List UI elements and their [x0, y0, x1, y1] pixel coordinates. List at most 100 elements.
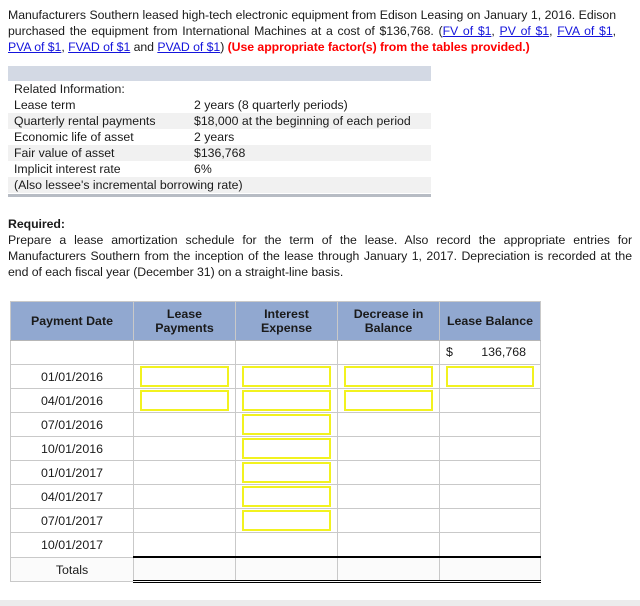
- cell-lease-payments-2016-04-01[interactable]: [133, 388, 236, 414]
- cell-interest-expense-2017-01-01[interactable]: [235, 460, 338, 486]
- related-label-quarterly-rental-payments: Quarterly rental payments: [8, 112, 188, 129]
- column-header-interest-expense-line2: Expense: [261, 321, 312, 336]
- column-header-interest-expense: Interest Expense: [235, 301, 338, 342]
- cell-decrease-in-balance-2017-07-01[interactable]: [337, 508, 440, 534]
- related-title-spacer: [188, 81, 431, 97]
- cell-lease-payments-2017-10-01[interactable]: [133, 532, 236, 558]
- column-header-interest-expense-line1: Interest: [264, 307, 309, 322]
- related-information-table: Related Information: Lease term 2 years …: [8, 81, 431, 193]
- cell-decrease-in-balance-2016-01-01[interactable]: [337, 364, 440, 390]
- cell-interest-expense-2016-10-01[interactable]: [235, 436, 338, 462]
- table-row: 07/01/2016: [10, 412, 541, 438]
- cell-decrease-in-balance-2017-01-01[interactable]: [337, 460, 440, 486]
- cell-lease-payments-2017-01-01[interactable]: [133, 460, 236, 486]
- input-interest-expense-2017-04-01[interactable]: [242, 486, 331, 508]
- totals-lease-balance: [439, 556, 541, 584]
- input-decrease-in-balance-2016-04-01[interactable]: [344, 390, 433, 412]
- link-pva-of-1[interactable]: PVA of $1: [8, 40, 61, 54]
- cell-lease-balance-2017-04-01[interactable]: [439, 484, 541, 510]
- cell-lease-balance-2016-10-01[interactable]: [439, 436, 541, 462]
- problem-statement: Manufacturers Southern leased high-tech …: [0, 0, 624, 56]
- use-factors-note: (Use appropriate factor(s) from the tabl…: [227, 40, 530, 55]
- cell-lease-balance-2017-07-01[interactable]: [439, 508, 541, 534]
- cell-decrease-in-balance-2016-10-01[interactable]: [337, 436, 440, 462]
- link-pv-of-1[interactable]: PV of $1: [500, 24, 550, 38]
- related-information-bottom-rule: [8, 193, 431, 197]
- related-label-lease-term: Lease term: [14, 97, 76, 112]
- cell-interest-expense-2017-07-01[interactable]: [235, 508, 338, 534]
- related-information-title: Related Information:: [14, 81, 125, 96]
- link-fvad-of-1[interactable]: FVAD of $1: [68, 40, 130, 54]
- opening-balance-row: $ 136,768: [10, 340, 541, 366]
- cell-lease-payments-2016-07-01[interactable]: [133, 412, 236, 438]
- separator-and: and: [130, 40, 158, 55]
- related-information-block: Related Information: Lease term 2 years …: [8, 65, 431, 197]
- currency-symbol: $: [446, 345, 453, 360]
- input-interest-expense-2016-04-01[interactable]: [242, 390, 331, 412]
- cell-decrease-in-balance-2016-04-01[interactable]: [337, 388, 440, 414]
- required-body: Prepare a lease amortization schedule fo…: [8, 232, 632, 280]
- cell-interest-expense-2016-07-01[interactable]: [235, 412, 338, 438]
- cell-lease-balance-2016-04-01[interactable]: [439, 388, 541, 414]
- cell-lease-balance-2017-01-01[interactable]: [439, 460, 541, 486]
- table-row: Quarterly rental payments $18,000 at the…: [8, 112, 431, 129]
- input-interest-expense-2016-01-01[interactable]: [242, 366, 331, 388]
- cell-decrease-in-balance-2016-07-01[interactable]: [337, 412, 440, 438]
- cell-decrease-in-balance-2017-04-01[interactable]: [337, 484, 440, 510]
- table-row: 10/01/2017: [10, 532, 541, 558]
- table-row: Lease term 2 years (8 quarterly periods): [8, 97, 431, 113]
- opening-balance-date: [10, 340, 134, 366]
- amortization-schedule-table: Payment Date Lease Payments Interest Exp…: [10, 301, 541, 584]
- separator-comma-1: ,: [491, 24, 500, 39]
- payment-date-2016-10-01: 10/01/2016: [10, 436, 134, 462]
- related-label-fair-value: Fair value of asset: [8, 144, 188, 161]
- cell-lease-balance-2016-01-01[interactable]: [439, 364, 541, 390]
- table-row: 01/01/2017: [10, 460, 541, 486]
- cell-lease-payments-2016-01-01[interactable]: [133, 364, 236, 390]
- input-interest-expense-2017-07-01[interactable]: [242, 510, 331, 532]
- totals-interest-expense: [235, 556, 338, 584]
- cell-interest-expense-2016-01-01[interactable]: [235, 364, 338, 390]
- column-header-lease-balance-line1: Lease Balance: [446, 314, 534, 329]
- input-lease-balance-2016-01-01[interactable]: [446, 366, 534, 388]
- link-fva-of-1[interactable]: FVA of $1: [557, 24, 612, 38]
- cell-decrease-in-balance-2017-10-01[interactable]: [337, 532, 440, 558]
- cell-interest-expense-2017-10-01[interactable]: [235, 532, 338, 558]
- payment-date-2017-07-01: 07/01/2017: [10, 508, 134, 534]
- table-row: 01/01/2016: [10, 364, 541, 390]
- opening-balance-decrease-in-balance: [337, 340, 440, 366]
- payment-date-2017-01-01: 01/01/2017: [10, 460, 134, 486]
- related-label-implicit-rate: Implicit interest rate: [14, 161, 121, 176]
- cell-lease-payments-2017-04-01[interactable]: [133, 484, 236, 510]
- column-header-decrease-in-balance-line2: Balance: [364, 321, 413, 336]
- table-row: (Also lessee's incremental borrowing rat…: [8, 176, 431, 193]
- link-fv-of-1[interactable]: FV of $1: [443, 24, 492, 38]
- opening-balance-interest-expense: [235, 340, 338, 366]
- cell-interest-expense-2017-04-01[interactable]: [235, 484, 338, 510]
- related-value-fair-value: $136,768: [188, 144, 431, 161]
- column-header-lease-payments-line1: Lease: [166, 307, 203, 322]
- payment-date-2017-10-01: 10/01/2017: [10, 532, 134, 558]
- input-interest-expense-2017-01-01[interactable]: [242, 462, 331, 484]
- column-header-payment-date: Payment Date: [10, 301, 134, 342]
- cell-lease-balance-2016-07-01[interactable]: [439, 412, 541, 438]
- column-header-lease-payments-line2: Payments: [155, 321, 214, 336]
- link-pvad-of-1[interactable]: PVAD of $1: [157, 40, 220, 54]
- separator-comma-3: ,: [612, 24, 617, 39]
- opening-balance-lease-payments: [133, 340, 236, 366]
- input-lease-payments-2016-04-01[interactable]: [140, 390, 229, 412]
- input-decrease-in-balance-2016-01-01[interactable]: [344, 366, 433, 388]
- separator-comma-2: ,: [549, 24, 558, 39]
- input-lease-payments-2016-01-01[interactable]: [140, 366, 229, 388]
- input-interest-expense-2016-07-01[interactable]: [242, 414, 331, 436]
- cell-lease-payments-2016-10-01[interactable]: [133, 436, 236, 462]
- cell-lease-payments-2017-07-01[interactable]: [133, 508, 236, 534]
- cell-interest-expense-2016-04-01[interactable]: [235, 388, 338, 414]
- cell-lease-balance-2017-10-01[interactable]: [439, 532, 541, 558]
- amortization-header-row: Payment Date Lease Payments Interest Exp…: [10, 301, 541, 342]
- related-value-economic-life: 2 years: [194, 129, 235, 144]
- input-interest-expense-2016-10-01[interactable]: [242, 438, 331, 460]
- column-header-lease-payments: Lease Payments: [133, 301, 236, 342]
- totals-lease-payments: [133, 556, 236, 584]
- payment-date-2016-07-01: 07/01/2016: [10, 412, 134, 438]
